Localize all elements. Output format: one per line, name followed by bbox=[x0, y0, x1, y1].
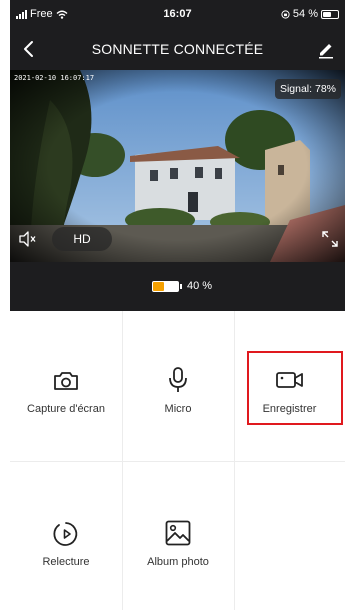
playback-icon bbox=[53, 522, 78, 546]
header-bar: SONNETTE CONNECTÉE bbox=[10, 28, 345, 70]
speaker-mute-icon[interactable] bbox=[18, 230, 38, 248]
status-right: 54 % bbox=[281, 8, 339, 20]
photo-album-button[interactable]: Album photo bbox=[122, 461, 234, 610]
phone-battery-icon bbox=[321, 9, 339, 19]
battery-percent: 54 % bbox=[292, 8, 318, 20]
hd-quality-toggle[interactable]: HD bbox=[52, 227, 112, 251]
screenshot-label: Capture d'écran bbox=[27, 403, 105, 415]
app-screen: Free 16:07 54 % SONNETTE CONNECTÉE 2021-… bbox=[10, 0, 345, 610]
microphone-label: Micro bbox=[164, 403, 192, 415]
battery-level-fill bbox=[153, 281, 164, 291]
playback-label: Relecture bbox=[42, 556, 90, 568]
status-bar: Free 16:07 54 % bbox=[10, 0, 345, 28]
device-battery-bar: 40 % bbox=[10, 262, 345, 311]
live-video-feed[interactable]: 2021-02-10 16:07:17 Signal: 78% HD bbox=[10, 70, 345, 262]
signal-strength-badge: Signal: 78% bbox=[274, 79, 341, 99]
edit-pencil-icon[interactable] bbox=[315, 38, 337, 60]
device-battery-icon bbox=[152, 280, 179, 292]
photo-album-icon bbox=[165, 520, 191, 546]
video-timestamp: 2021-02-10 16:07:17 bbox=[14, 74, 95, 82]
photo-album-label: Album photo bbox=[147, 556, 209, 568]
screenshot-button[interactable]: Capture d'écran bbox=[10, 311, 122, 461]
camera-icon bbox=[54, 372, 78, 390]
orientation-lock-icon bbox=[281, 9, 290, 19]
microphone-button[interactable]: Micro bbox=[122, 311, 234, 461]
record-highlight-box bbox=[247, 351, 343, 425]
playback-button[interactable]: Relecture bbox=[10, 461, 122, 610]
battery-tip bbox=[180, 283, 182, 289]
fullscreen-icon[interactable] bbox=[321, 230, 339, 248]
page-title: SONNETTE CONNECTÉE bbox=[91, 41, 264, 57]
device-battery-indicator: 40 % bbox=[152, 280, 212, 292]
device-battery-percent: 40 % bbox=[187, 280, 213, 292]
microphone-icon bbox=[169, 367, 187, 392]
